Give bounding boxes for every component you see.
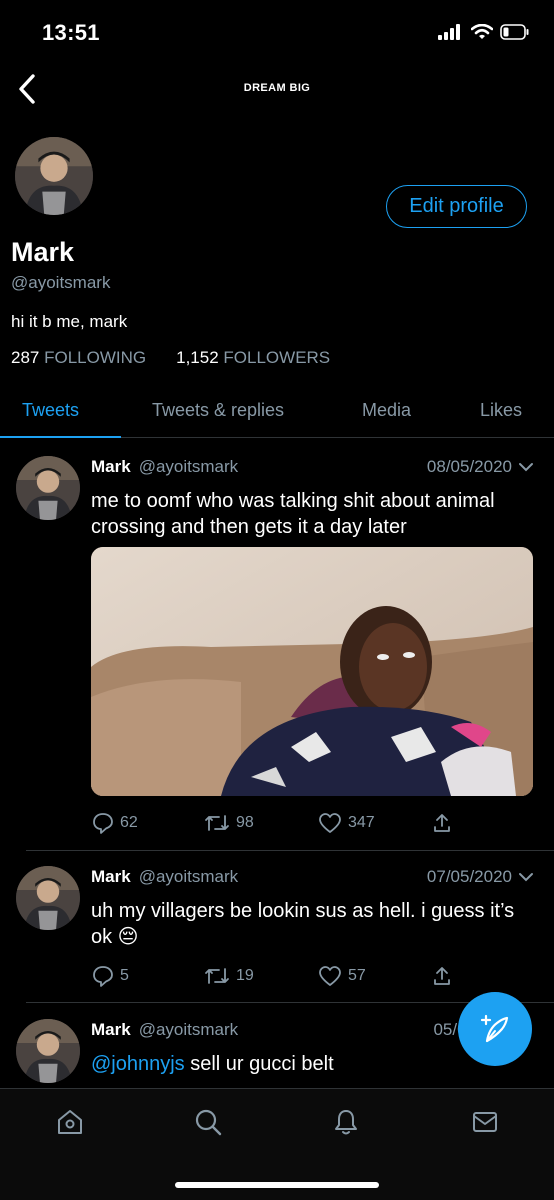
profile-header: DREAM BIG: [0, 66, 554, 112]
reply-count: 62: [120, 814, 138, 831]
tweet-header: Mark @ayoitsmark 07/05/2020: [91, 867, 534, 887]
tweet-author-handle: @ayoitsmark: [138, 1020, 239, 1039]
status-bar: 13:51: [0, 0, 554, 66]
tweet-author-handle: @ayoitsmark: [138, 457, 239, 476]
meme-photo: [91, 547, 533, 796]
chevron-down-icon[interactable]: [518, 869, 534, 885]
search-icon: [195, 1109, 222, 1136]
profile-avatar[interactable]: [12, 134, 96, 218]
like-button[interactable]: 57: [318, 965, 366, 987]
tweet-actions: 62 98 347: [92, 812, 452, 836]
following-stat[interactable]: 287 FOLLOWING: [11, 348, 146, 368]
profile-handle: @ayoitsmark: [11, 273, 111, 292]
edit-profile-button[interactable]: Edit profile: [386, 185, 527, 228]
avatar-photo: [15, 137, 93, 215]
tweet-text-body: sell ur gucci belt: [184, 1053, 334, 1075]
nav-messages[interactable]: [470, 1107, 500, 1137]
status-time: 13:51: [42, 20, 100, 45]
share-button[interactable]: [432, 965, 452, 987]
chevron-down-icon[interactable]: [518, 459, 534, 475]
header-title: DREAM BIG: [243, 82, 311, 94]
tweet-actions: 5 19 57: [92, 965, 452, 989]
nav-notifications[interactable]: [331, 1107, 361, 1137]
following-label: FOLLOWING: [44, 348, 147, 367]
bell-icon: [335, 1110, 357, 1135]
like-count: 57: [348, 967, 366, 984]
tweet-avatar[interactable]: [16, 1019, 80, 1083]
following-count: 287: [11, 348, 40, 367]
tweet-header: Mark @ayoitsmark 08/05/2020: [91, 457, 534, 477]
retweet-count: 19: [236, 967, 254, 984]
tweet-avatar[interactable]: [16, 866, 80, 930]
tweet-author-name[interactable]: Mark: [91, 1020, 131, 1040]
avatar-photo: [16, 866, 80, 930]
retweet-count: 98: [236, 814, 254, 831]
retweet-button[interactable]: 19: [204, 965, 254, 987]
tweet-avatar[interactable]: [16, 456, 80, 520]
share-icon: [434, 814, 450, 832]
home-indicator[interactable]: [175, 1182, 379, 1188]
tweet-text: me to oomf who was talking shit about an…: [91, 490, 495, 538]
tweet-author-name[interactable]: Mark: [91, 457, 131, 477]
tweet-author-name[interactable]: Mark: [91, 867, 131, 887]
home-icon: [58, 1110, 82, 1134]
tab-media[interactable]: Media: [362, 400, 411, 421]
profile-tabs: Tweets Tweets & replies Media Likes: [0, 390, 554, 438]
tweet-date: 08/05/2020: [426, 457, 512, 476]
compose-tweet-button[interactable]: [458, 992, 532, 1066]
retweet-icon: [205, 968, 229, 984]
avatar-photo: [16, 456, 80, 520]
reply-icon: [93, 813, 113, 834]
active-tab-indicator: [0, 436, 121, 438]
tweet-divider: [26, 850, 554, 851]
reply-icon: [93, 966, 113, 987]
battery-icon: [500, 24, 529, 40]
status-icons: [438, 24, 530, 40]
nav-search[interactable]: [193, 1107, 223, 1137]
share-button[interactable]: [432, 812, 452, 834]
retweet-button[interactable]: 98: [204, 812, 254, 834]
followers-stat[interactable]: 1,152 FOLLOWERS: [176, 348, 330, 368]
retweet-icon: [205, 815, 229, 831]
followers-label: FOLLOWERS: [223, 348, 331, 367]
tweet-media-image[interactable]: [91, 547, 533, 796]
tab-tweets-replies[interactable]: Tweets & replies: [152, 400, 284, 421]
tweet-date: 07/05/2020: [426, 867, 512, 886]
profile-bio: hi it b me, mark: [11, 312, 128, 331]
tweet-author-handle: @ayoitsmark: [138, 867, 239, 886]
like-count: 347: [348, 814, 375, 831]
tab-likes[interactable]: Likes: [480, 400, 522, 421]
reply-button[interactable]: 5: [92, 965, 129, 987]
tweet-mention-link[interactable]: @johnnyjs: [91, 1053, 185, 1075]
mail-icon: [473, 1112, 497, 1132]
tweet-text: @johnnyjs sell ur gucci belt: [91, 1051, 534, 1077]
tab-tweets[interactable]: Tweets: [22, 400, 79, 421]
followers-count: 1,152: [176, 348, 219, 367]
share-icon: [434, 967, 450, 985]
like-button[interactable]: 347: [318, 812, 375, 834]
heart-icon: [319, 966, 341, 986]
avatar-photo: [16, 1019, 80, 1083]
tweet-text: uh my villagers be lookin sus as hell. i…: [91, 900, 515, 948]
signal-icon: [438, 24, 460, 40]
reply-count: 5: [120, 967, 129, 984]
reply-button[interactable]: 62: [92, 812, 138, 834]
compose-icon: [480, 1014, 509, 1043]
wifi-icon: [471, 24, 493, 39]
nav-home[interactable]: [55, 1107, 85, 1137]
profile-name: Mark: [11, 237, 75, 267]
heart-icon: [319, 813, 341, 833]
profile-stats: 287 FOLLOWING 1,152 FOLLOWERS: [11, 348, 330, 368]
